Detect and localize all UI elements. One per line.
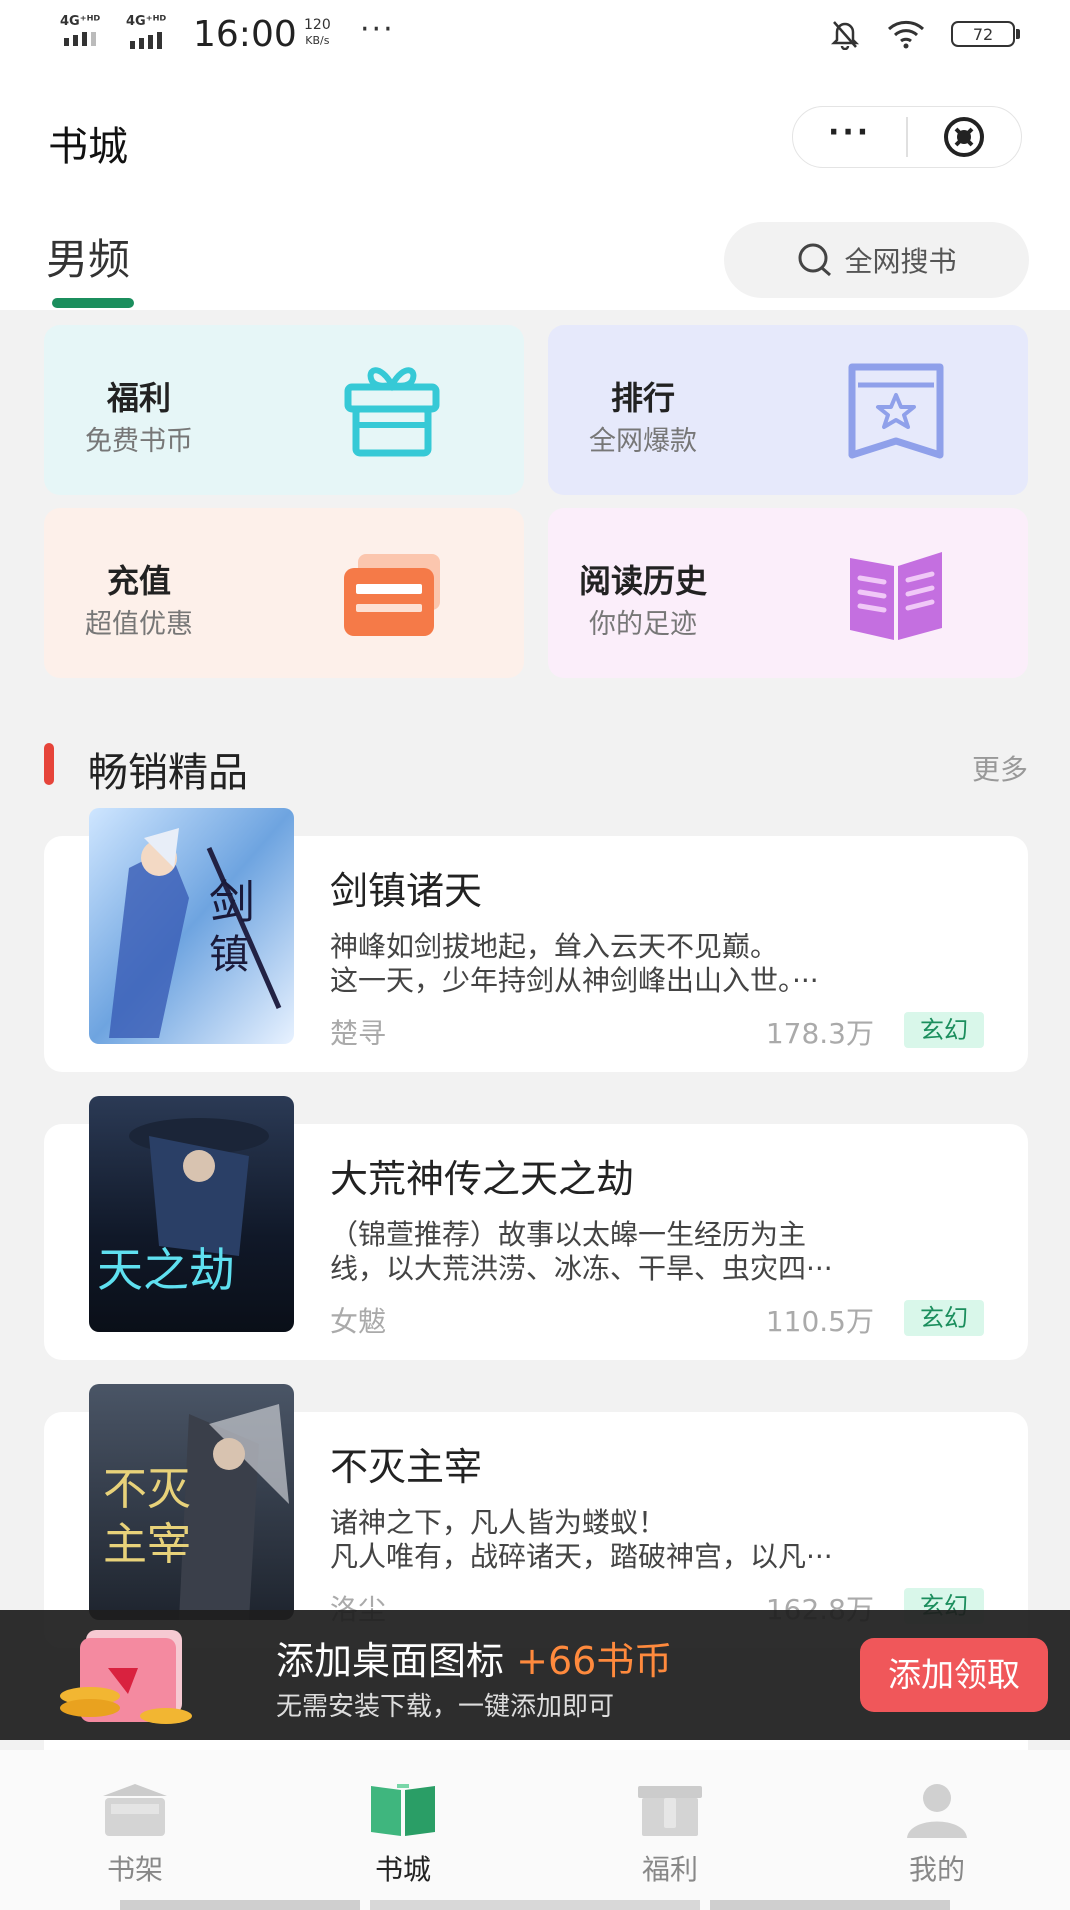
card-title: 排行 bbox=[610, 379, 675, 417]
close-circle-icon bbox=[944, 117, 985, 157]
card-title: 福利 bbox=[106, 379, 171, 417]
card-subtitle: 你的足迹 bbox=[589, 609, 697, 640]
nav-gesture-bar bbox=[120, 1900, 360, 1910]
svg-text:镇: 镇 bbox=[209, 932, 249, 978]
search-button[interactable]: 全网搜书 bbox=[724, 222, 1029, 298]
card-icon bbox=[344, 554, 440, 636]
add-to-desktop-banner: 添加桌面图标 +66书币 无需安装下载，一键添加即可 添加领取 bbox=[0, 1610, 1070, 1740]
ranking-icon bbox=[848, 363, 944, 459]
signal-icon-2 bbox=[130, 32, 162, 49]
mini-program-capsule: ··· bbox=[792, 106, 1022, 168]
welfare-icon bbox=[638, 1786, 702, 1836]
book-word-count: 110.5万 bbox=[765, 1305, 874, 1338]
welfare-card[interactable]: 福利 免费书币 bbox=[44, 325, 524, 495]
book-icon bbox=[850, 552, 942, 640]
card-subtitle: 超值优惠 bbox=[85, 609, 193, 640]
book-card[interactable]: 剑 镇 剑镇诸天 神峰如剑拔地起，耸入云天不见巅。 这一天，少年持剑从神剑峰出山… bbox=[44, 808, 1028, 1072]
book-description: 神峰如剑拔地起，耸入云天不见巅。 这一天，少年持剑从神剑峰出山入世。··· bbox=[330, 930, 819, 997]
more-icon: ··· bbox=[828, 114, 872, 150]
clock: 16:00 bbox=[193, 14, 297, 55]
book-word-count: 178.3万 bbox=[765, 1017, 874, 1050]
banner-title: 添加桌面图标 +66书币 bbox=[276, 1639, 673, 1683]
svg-text:主宰: 主宰 bbox=[103, 1519, 191, 1570]
tab-bookshelf[interactable]: 书架 bbox=[60, 1780, 210, 1888]
book-title[interactable]: 大荒神传之天之劫 bbox=[330, 1148, 634, 1203]
capsule-more-button[interactable]: ··· bbox=[793, 107, 906, 167]
banner-subtitle: 无需安装下载，一键添加即可 bbox=[276, 1692, 615, 1722]
book-description: （锦萱推荐）故事以太皞一生经历为主 线，以大荒洪涝、冰冻、干旱、虫灾四··· bbox=[330, 1218, 833, 1285]
search-icon bbox=[798, 243, 832, 277]
banner-coins: +66书币 bbox=[516, 1639, 673, 1683]
capsule-close-button[interactable] bbox=[908, 107, 1021, 167]
status-more-icon: ··· bbox=[360, 12, 395, 47]
tab-profile[interactable]: 我的 bbox=[862, 1780, 1012, 1888]
tab-bookstore[interactable]: 书城 bbox=[328, 1780, 478, 1888]
book-description: 诸神之下，凡人皆为蝼蚁！ 凡人唯有，战碎诸天，踏破神宫，以凡··· bbox=[330, 1506, 833, 1573]
bookstore-icon bbox=[371, 1784, 435, 1836]
page-title: 书城 bbox=[48, 124, 128, 170]
tab-active-indicator bbox=[52, 298, 134, 308]
book-cover[interactable]: 不灭 主宰 bbox=[89, 1384, 294, 1620]
book-genre-tag: 玄幻 bbox=[904, 1300, 984, 1336]
tab-welfare[interactable]: 福利 bbox=[595, 1780, 745, 1888]
recharge-card[interactable]: 充值 超值优惠 bbox=[44, 508, 524, 678]
profile-icon bbox=[907, 1784, 967, 1838]
section-title: 畅销精品 bbox=[88, 750, 248, 796]
network-label-1: 4G⁺ᴴᴰ bbox=[60, 14, 101, 29]
tab-label: 书架 bbox=[106, 1853, 163, 1886]
section-accent-bar bbox=[44, 743, 54, 785]
nav-gesture-bar bbox=[370, 1900, 700, 1910]
reading-history-card[interactable]: 阅读历史 你的足迹 bbox=[548, 508, 1028, 678]
book-genre-tag: 玄幻 bbox=[904, 1012, 984, 1048]
header: 书城 ··· 男频 全网搜书 bbox=[0, 70, 1070, 310]
search-label: 全网搜书 bbox=[844, 245, 957, 278]
tab-label: 书城 bbox=[374, 1853, 431, 1886]
network-speed: 120 KB/s bbox=[304, 17, 331, 48]
book-title[interactable]: 不灭主宰 bbox=[330, 1436, 482, 1491]
red-packet-icon bbox=[60, 1630, 192, 1724]
tab-label: 我的 bbox=[908, 1853, 965, 1886]
svg-text:天之劫: 天之劫 bbox=[97, 1243, 235, 1297]
battery-indicator: 72 bbox=[951, 21, 1020, 47]
status-bar: 4G⁺ᴴᴰ 4G⁺ᴴᴰ 16:00 120 KB/s ··· 72 bbox=[0, 0, 1070, 70]
bookshelf-icon bbox=[103, 1784, 167, 1836]
silent-bell-icon bbox=[830, 21, 860, 50]
card-subtitle: 全网爆款 bbox=[589, 426, 697, 457]
ranking-card[interactable]: 排行 全网爆款 bbox=[548, 325, 1028, 495]
svg-text:剑: 剑 bbox=[209, 875, 255, 929]
book-author: 楚寻 bbox=[330, 1017, 387, 1050]
svg-text:不灭: 不灭 bbox=[103, 1464, 191, 1515]
gift-icon bbox=[344, 367, 440, 457]
signal-icon-1 bbox=[64, 32, 96, 46]
book-author: 女魃 bbox=[330, 1305, 387, 1338]
tab-label: 福利 bbox=[641, 1853, 698, 1886]
card-subtitle: 免费书币 bbox=[85, 426, 193, 457]
claim-button[interactable]: 添加领取 bbox=[860, 1638, 1048, 1712]
book-cover[interactable]: 剑 镇 bbox=[89, 808, 294, 1044]
section-more-link[interactable]: 更多 bbox=[972, 748, 1028, 788]
bottom-tab-bar: 书架 书城 福利 我的 bbox=[0, 1750, 1070, 1910]
wifi-icon bbox=[887, 20, 925, 49]
book-card[interactable]: 天之劫 大荒神传之天之劫 （锦萱推荐）故事以太皞一生经历为主 线，以大荒洪涝、冰… bbox=[44, 1096, 1028, 1360]
card-title: 阅读历史 bbox=[578, 562, 707, 600]
nav-gesture-bar bbox=[710, 1900, 950, 1910]
network-label-2: 4G⁺ᴴᴰ bbox=[126, 14, 167, 29]
card-title: 充值 bbox=[106, 562, 171, 600]
book-title[interactable]: 剑镇诸天 bbox=[330, 860, 482, 915]
tab-male[interactable]: 男频 bbox=[46, 226, 130, 287]
book-cover[interactable]: 天之劫 bbox=[89, 1096, 294, 1332]
